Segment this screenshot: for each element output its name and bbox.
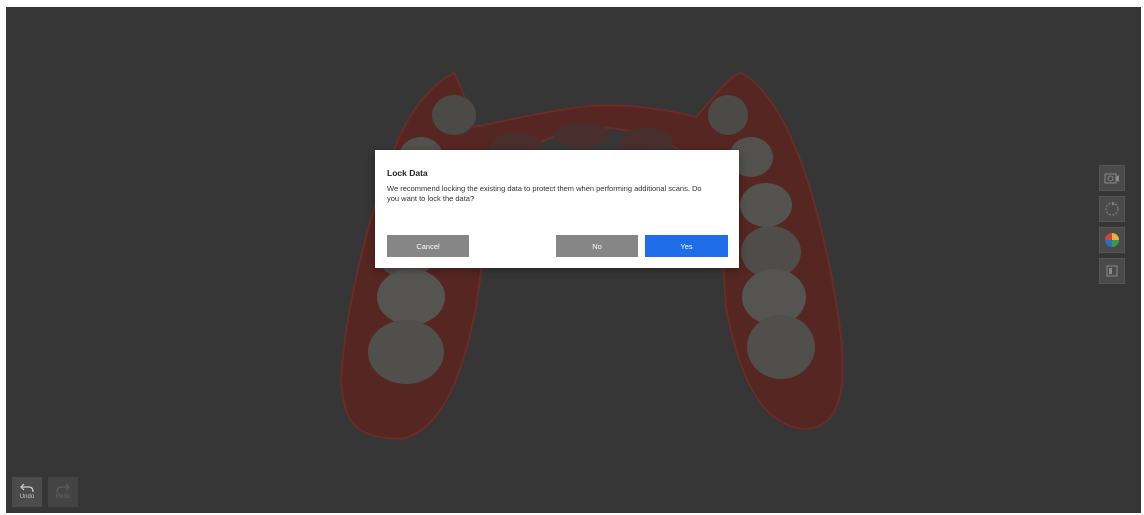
rotate-icon [1105, 201, 1119, 216]
redo-icon [56, 483, 70, 493]
no-button[interactable]: No [556, 235, 638, 257]
redo-label: Redo [55, 494, 71, 500]
camera-button[interactable] [1099, 165, 1125, 191]
texture-icon [1106, 265, 1118, 277]
history-controls: Undo Redo [12, 477, 78, 507]
dialog-title: Lock Data [387, 168, 428, 178]
color-button[interactable] [1099, 227, 1125, 253]
undo-label: Undo [19, 494, 35, 500]
redo-button[interactable]: Redo [48, 477, 78, 507]
dialog-button-row: Cancel No Yes [387, 235, 728, 257]
texture-button[interactable] [1099, 258, 1125, 284]
yes-button[interactable]: Yes [645, 235, 728, 257]
dialog-message: We recommend locking the existing data t… [387, 184, 702, 203]
lock-data-dialog: Lock Data We recommend locking the exist… [375, 150, 739, 268]
view-toolbar [1099, 165, 1125, 284]
rotate-button[interactable] [1099, 196, 1125, 222]
cancel-button[interactable]: Cancel [387, 235, 469, 257]
undo-icon [20, 483, 34, 493]
camera-icon [1104, 173, 1119, 184]
undo-button[interactable]: Undo [12, 477, 42, 507]
color-wheel-icon [1105, 233, 1119, 247]
